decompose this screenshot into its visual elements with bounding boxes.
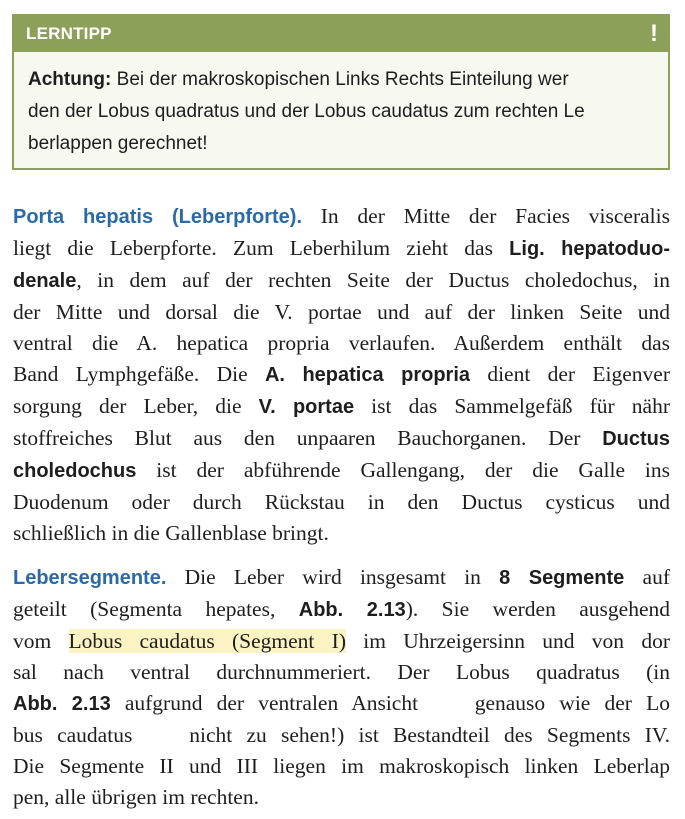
- lerntipp-line-text: berlappen gerechnet!: [28, 133, 208, 154]
- text-run: aufgrund der ventralen Ansicht genauso w…: [110, 691, 670, 715]
- text-line: Abb. 2.13 aufgrund der ventralen Ansicht…: [13, 688, 670, 720]
- lerntipp-box: LERNTIPP ! Achtung: Bei der makroskopisc…: [12, 14, 670, 170]
- lerntipp-title: LERNTIPP: [26, 24, 112, 43]
- highlighted-term: Lobus caudatus (Segment I): [68, 629, 346, 653]
- text-line: vom Lobus caudatus (Segment I) im Uhrzei…: [13, 626, 670, 657]
- lerntipp-warning-label: Achtung:: [28, 69, 112, 90]
- lerntipp-line: berlappen gerechnet!: [28, 128, 656, 160]
- bold-term: choledochus: [13, 460, 137, 482]
- text-run: im Uhrzeigersinn und von dor: [346, 629, 670, 653]
- text-line: geteilt (Segmenta hepates, Abb. 2.13). S…: [13, 594, 670, 626]
- paragraph-lebersegmente: Lebersegmente. Die Leber wird insgesamt …: [13, 562, 670, 813]
- text-run: auf: [624, 565, 671, 589]
- text-run: geteilt (Segmenta hepates,: [13, 597, 299, 621]
- text-run: ist das Sammelgefäß für nähr: [354, 394, 671, 418]
- text-line: choledochus ist der abführende Gallengan…: [13, 455, 670, 487]
- text-line: liegt die Leberpforte. Zum Leberhilum zi…: [13, 233, 670, 265]
- section-heading-lebersegmente: Lebersegmente.: [13, 567, 167, 589]
- lerntipp-line: Achtung: Bei der makroskopischen Links R…: [28, 64, 656, 96]
- text-line: Porta hepatis (Leberpforte). In der Mitt…: [13, 201, 670, 233]
- text-run: sorgung der Leber, die: [13, 394, 259, 418]
- text-run: ist der abführende Gallengang, der die G…: [136, 458, 670, 482]
- text-run: liegt die Leberpforte. Zum Leberhilum zi…: [13, 236, 510, 260]
- text-line: denale, in dem auf der rechten Seite der…: [13, 265, 670, 297]
- text-line: Lebersegmente. Die Leber wird insgesamt …: [13, 562, 670, 594]
- text-run: ). Sie werden ausgehend: [405, 597, 671, 621]
- text-run: vom: [13, 629, 69, 653]
- text-line: ventral die A. hepatica propria verlaufe…: [13, 331, 670, 355]
- text-line: stoffreiches Blut aus den unpaaren Bauch…: [13, 423, 670, 455]
- bold-term: Ductus: [602, 428, 670, 450]
- text-run: stoffreiches Blut aus den unpaaren Bauch…: [13, 426, 603, 450]
- lerntipp-line-text: Bei der makroskopischen Links Rechts Ein…: [111, 69, 569, 90]
- figure-reference: Abb. 2.13: [13, 693, 111, 715]
- paragraph-porta-hepatis: Porta hepatis (Leberpforte). In der Mitt…: [13, 201, 670, 549]
- text-line: sal nach ventral durchnummeriert. Der Lo…: [13, 660, 670, 684]
- lerntipp-header: LERNTIPP !: [14, 16, 668, 52]
- bold-term: Lig. hepatoduo-: [509, 238, 670, 260]
- text-line: sorgung der Leber, die V. portae ist das…: [13, 391, 670, 423]
- text-line: bus caudatus nicht zu sehen!) ist Bestan…: [13, 723, 670, 747]
- text-line: der Mitte und dorsal die V. portae und a…: [13, 300, 670, 324]
- text-line: Band Lymphgefäße. Die A. hepatica propri…: [13, 359, 670, 391]
- section-heading-porta-hepatis: Porta hepatis (Leberpforte).: [13, 206, 302, 228]
- text-line: Duodenum oder durch Rückstau in den Duct…: [13, 490, 670, 514]
- text-line: Die Segmente II und III liegen im makros…: [13, 754, 670, 778]
- figure-reference: Abb. 2.13: [298, 599, 406, 621]
- text-line: schließlich in die Gallenblase bringt.: [13, 521, 329, 545]
- lerntipp-text: Achtung: Bei der makroskopischen Links R…: [14, 52, 668, 160]
- bold-term: 8 Segmente: [499, 567, 625, 589]
- text-run: In der Mitte der Facies visceralis: [302, 204, 670, 228]
- text-run: Die Leber wird insgesamt in: [166, 565, 500, 589]
- text-line: pen, alle übrigen im rechten.: [13, 785, 259, 809]
- bold-term: A. hepatica propria: [264, 364, 471, 386]
- lerntipp-line-text: den der Lobus quadratus und der Lobus ca…: [28, 101, 585, 122]
- bold-term: denale: [13, 270, 77, 292]
- text-run: Band Lymphgefäße. Die: [13, 362, 265, 386]
- exclamation-icon: !: [650, 20, 658, 47]
- text-run: , in dem auf der rechten Seite der Ductu…: [76, 268, 670, 292]
- bold-term: V. portae: [258, 396, 355, 418]
- lerntipp-line: den der Lobus quadratus und der Lobus ca…: [28, 96, 656, 128]
- text-run: dient der Eigenver: [470, 362, 671, 386]
